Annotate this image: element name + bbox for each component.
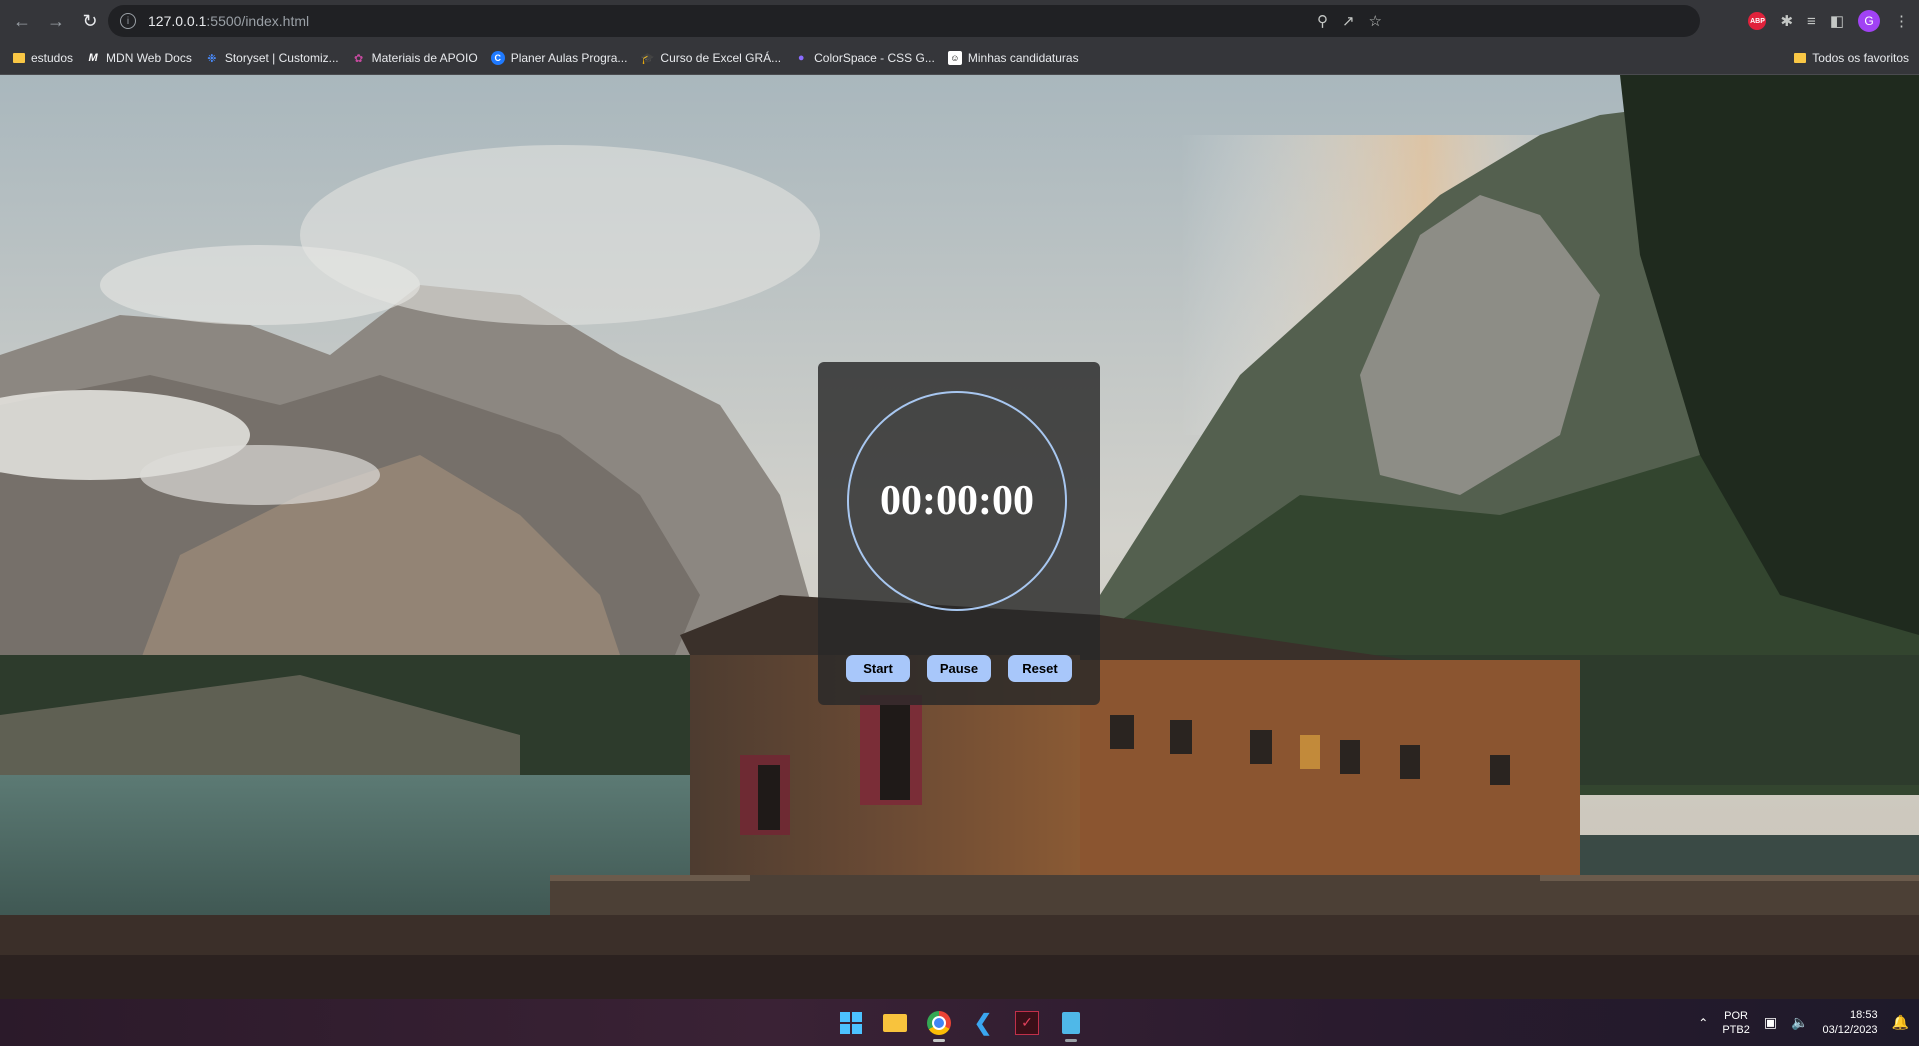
bookmark-label: Materiais de APOIO	[371, 51, 478, 65]
stopwatch-card: 00:00:00 Start Pause Reset	[818, 362, 1100, 705]
notification-bell-icon[interactable]: 🔔	[1892, 1014, 1909, 1031]
bookmarks-bar: estudos M MDN Web Docs ❉ Storyset | Custom…	[0, 42, 1919, 75]
page-viewport: 00:00:00 Start Pause Reset	[0, 75, 1919, 999]
menu-icon[interactable]: ⋮	[1894, 12, 1909, 30]
active-indicator	[933, 1038, 945, 1042]
stopwatch-dial: 00:00:00	[847, 391, 1067, 611]
github-icon: ☺	[947, 51, 962, 65]
canva-icon: C	[490, 51, 505, 65]
bookmark-colorspace[interactable]: ● ColorSpace - CSS G...	[794, 51, 935, 65]
bookmark-label: Planer Aulas Progra...	[510, 51, 628, 65]
folder-icon	[883, 1013, 907, 1032]
reset-button[interactable]: Reset	[1008, 655, 1072, 682]
profile-avatar[interactable]: G	[1858, 10, 1880, 32]
bookmark-excel[interactable]: 🎓 Curso de Excel GRÁ...	[640, 51, 782, 65]
adblock-icon[interactable]: ABP	[1748, 12, 1767, 30]
forward-icon[interactable]: →	[40, 5, 72, 37]
start-button[interactable]: Start	[846, 655, 910, 682]
stopwatch-time: 00:00:00	[880, 478, 1034, 524]
bookmark-label: estudos	[31, 51, 74, 65]
notepad-icon	[1062, 1011, 1080, 1034]
bookmark-estudos[interactable]: estudos	[13, 51, 73, 65]
lang-layout: PTB2	[1722, 1023, 1750, 1036]
bookmark-storyset[interactable]: ❉ Storyset | Customiz...	[205, 51, 339, 65]
file-explorer-button[interactable]	[880, 1008, 910, 1038]
windows-logo-icon	[840, 1011, 862, 1034]
bookmark-label: Storyset | Customiz...	[224, 51, 339, 65]
pause-button[interactable]: Pause	[927, 655, 991, 682]
apoio-icon: ✿	[354, 52, 364, 65]
side-panel-icon[interactable]: ◧	[1830, 12, 1844, 30]
reload-icon[interactable]: ↻	[74, 5, 106, 37]
os-taskbar: ❮ ✓ ⌃ POR PTB2 ▣ 🔈 18:53 03/12/2023 🔔	[0, 999, 1919, 1046]
extensions-icon[interactable]: ✱	[1780, 12, 1793, 30]
folder-icon	[13, 53, 25, 63]
zoom-icon[interactable]: ⚲	[1317, 12, 1328, 30]
bookmark-apoio[interactable]: ✿ Materiais de APOIO	[352, 51, 478, 65]
browser-toolbar: ← → ↻ i 127.0.0.1:5500/index.html ⚲ ↗ ☆ …	[0, 0, 1919, 42]
bookmark-star-icon[interactable]: ☆	[1369, 12, 1382, 30]
folder-icon	[1794, 53, 1807, 63]
notepad-button[interactable]	[1056, 1008, 1086, 1042]
reading-list-icon[interactable]: ≡	[1807, 13, 1816, 30]
input-language[interactable]: POR PTB2	[1722, 1009, 1750, 1037]
volume-icon[interactable]: 🔈	[1791, 1014, 1808, 1031]
app-button[interactable]: ✓	[1012, 1008, 1042, 1038]
bookmark-candidaturas[interactable]: ☺ Minhas candidaturas	[947, 51, 1079, 65]
url-text[interactable]: 127.0.0.1:5500/index.html	[148, 13, 309, 29]
course-icon: 🎓	[640, 52, 655, 65]
vscode-button[interactable]: ❮	[968, 1008, 998, 1038]
clock-date: 03/12/2023	[1822, 1023, 1878, 1036]
bookmark-label: MDN Web Docs	[106, 51, 192, 65]
checkmark-app-icon: ✓	[1015, 1010, 1039, 1035]
storyset-icon: ❉	[207, 52, 217, 65]
vscode-icon: ❮	[973, 1009, 993, 1035]
back-icon[interactable]: ←	[6, 5, 38, 37]
running-indicator	[1065, 1038, 1077, 1042]
colorspace-icon: ●	[797, 52, 805, 64]
clock-time: 18:53	[1850, 1008, 1878, 1021]
share-icon[interactable]: ↗	[1342, 12, 1355, 30]
bookmark-label: ColorSpace - CSS G...	[814, 51, 935, 65]
system-clock[interactable]: 18:53 03/12/2023	[1823, 1008, 1878, 1038]
all-bookmarks[interactable]: Todos os favoritos	[1794, 42, 1909, 74]
start-menu-button[interactable]	[836, 1008, 866, 1038]
chrome-icon	[927, 1010, 951, 1035]
all-bookmarks-label: Todos os favoritos	[1812, 51, 1909, 65]
bookmark-label: Curso de Excel GRÁ...	[660, 51, 782, 65]
network-icon[interactable]: ▣	[1764, 1014, 1777, 1031]
bookmark-label: Minhas candidaturas	[967, 51, 1079, 65]
bookmark-mdn[interactable]: M MDN Web Docs	[86, 51, 192, 65]
lang-code: POR	[1724, 1009, 1748, 1022]
url-host: 127.0.0.1	[148, 13, 207, 29]
url-path: :5500/index.html	[206, 13, 310, 29]
chevron-up-icon[interactable]: ⌃	[1698, 1016, 1708, 1030]
mdn-icon: M	[88, 52, 98, 64]
bookmark-planer[interactable]: C Planer Aulas Progra...	[490, 51, 628, 65]
address-bar[interactable]: i 127.0.0.1:5500/index.html ⚲ ↗ ☆	[108, 5, 1700, 37]
chrome-button[interactable]	[924, 1008, 954, 1042]
stopwatch-controls: Start Pause Reset	[846, 655, 1072, 682]
site-info-icon[interactable]: i	[120, 13, 136, 29]
